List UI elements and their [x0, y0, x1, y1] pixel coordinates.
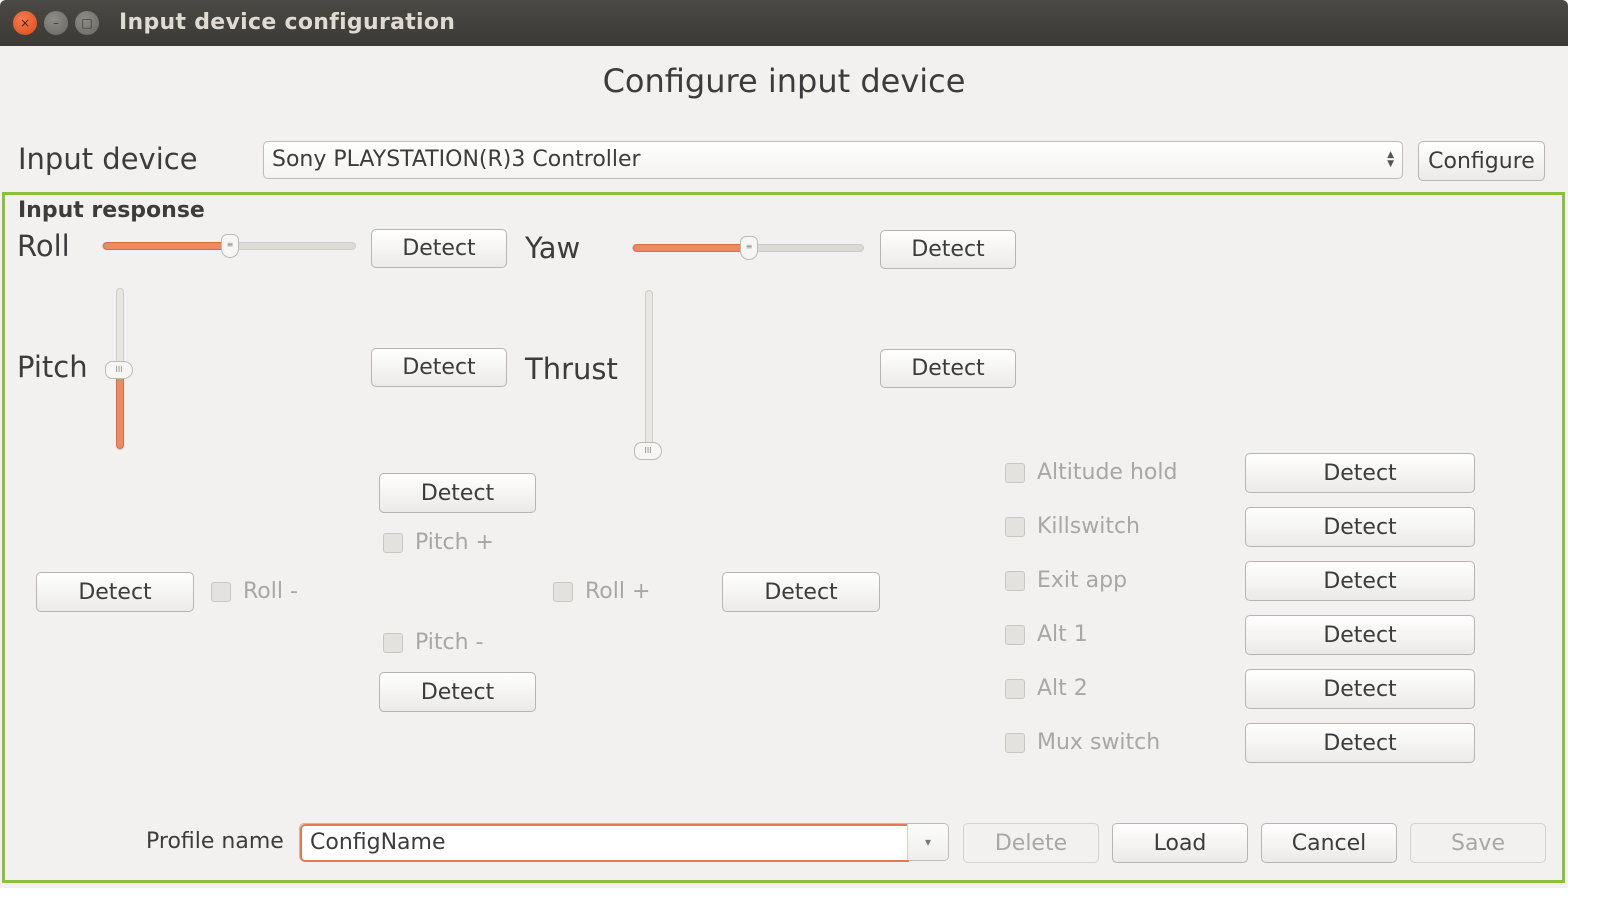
thrust-label: Thrust — [525, 352, 618, 386]
close-window-button[interactable]: × — [13, 11, 37, 35]
mux-switch-checkbox[interactable]: Mux switch — [1005, 730, 1160, 755]
pitch-minus-label: Pitch - — [415, 630, 484, 655]
roll-minus-checkbox[interactable]: Roll - — [211, 579, 298, 604]
exit-app-checkbox[interactable]: Exit app — [1005, 568, 1127, 593]
roll-plus-detect-button[interactable]: Detect — [722, 572, 880, 612]
thrust-slider-thumb[interactable]: III — [634, 442, 662, 460]
yaw-slider[interactable]: ≡ — [632, 236, 864, 260]
pitch-minus-checkbox-box[interactable] — [383, 632, 403, 653]
exit-app-label: Exit app — [1037, 568, 1128, 593]
input-response-title: Input response — [18, 198, 205, 223]
alt2-label: Alt 2 — [1037, 676, 1088, 701]
chevron-down-icon: ▾ — [924, 835, 932, 849]
pitch-detect-button[interactable]: Detect — [371, 348, 507, 387]
pitch-plus-checkbox-box[interactable] — [383, 532, 403, 553]
mux-switch-checkbox-box[interactable] — [1005, 732, 1025, 753]
roll-plus-label: Roll + — [585, 579, 651, 604]
configure-button[interactable]: Configure — [1418, 141, 1545, 181]
killswitch-checkbox-box[interactable] — [1005, 516, 1025, 537]
alt2-detect-button[interactable]: Detect — [1245, 669, 1475, 709]
pitch-slider-thumb[interactable]: III — [105, 361, 133, 379]
load-button[interactable]: Load — [1112, 823, 1248, 863]
thrust-slider[interactable]: III — [634, 290, 662, 460]
pitch-plus-checkbox[interactable]: Pitch + — [383, 530, 494, 555]
input-device-config-window: × – □ Input device configuration Configu… — [0, 0, 1568, 888]
exit-app-checkbox-box[interactable] — [1005, 570, 1025, 591]
killswitch-label: Killswitch — [1037, 514, 1140, 539]
alt1-detect-button[interactable]: Detect — [1245, 615, 1475, 655]
pitch-slider[interactable]: III — [105, 288, 133, 450]
yaw-slider-fill — [633, 244, 749, 252]
cancel-button[interactable]: Cancel — [1261, 823, 1397, 863]
roll-minus-detect-button[interactable]: Detect — [36, 572, 194, 612]
altitude-hold-label: Altitude hold — [1037, 460, 1178, 485]
page-heading: Configure input device — [602, 62, 966, 100]
profile-name-combobox[interactable]: ConfigName ▾ — [299, 823, 949, 862]
input-device-label: Input device — [18, 142, 198, 176]
minimize-window-button[interactable]: – — [44, 11, 68, 35]
alt2-checkbox-box[interactable] — [1005, 678, 1025, 699]
roll-minus-label: Roll - — [243, 579, 298, 604]
maximize-icon: □ — [81, 16, 93, 30]
alt1-label: Alt 1 — [1037, 622, 1088, 647]
yaw-detect-button[interactable]: Detect — [880, 230, 1016, 269]
roll-minus-checkbox-box[interactable] — [211, 581, 231, 602]
roll-detect-button[interactable]: Detect — [371, 229, 507, 268]
pitch-minus-checkbox[interactable]: Pitch - — [383, 630, 484, 655]
pitch-slider-fill — [116, 368, 124, 449]
alt2-checkbox[interactable]: Alt 2 — [1005, 676, 1088, 701]
roll-slider-thumb[interactable]: ≡ — [221, 234, 239, 258]
delete-button[interactable]: Delete — [963, 823, 1099, 863]
altitude-hold-checkbox-box[interactable] — [1005, 462, 1025, 483]
roll-plus-checkbox[interactable]: Roll + — [553, 579, 650, 604]
thrust-detect-button[interactable]: Detect — [880, 349, 1016, 388]
altitude-hold-detect-button[interactable]: Detect — [1245, 453, 1475, 493]
yaw-slider-thumb[interactable]: ≡ — [740, 236, 758, 260]
minimize-icon: – — [53, 16, 59, 30]
pitch-plus-label: Pitch + — [415, 530, 494, 555]
yaw-label: Yaw — [525, 231, 581, 265]
killswitch-checkbox[interactable]: Killswitch — [1005, 514, 1140, 539]
input-device-selected: Sony PLAYSTATION(R)3 Controller — [272, 147, 641, 172]
alt1-checkbox-box[interactable] — [1005, 624, 1025, 645]
killswitch-detect-button[interactable]: Detect — [1245, 507, 1475, 547]
roll-label: Roll — [17, 229, 70, 263]
exit-app-detect-button[interactable]: Detect — [1245, 561, 1475, 601]
roll-plus-checkbox-box[interactable] — [553, 581, 573, 602]
roll-slider-fill — [103, 242, 230, 250]
altitude-hold-checkbox[interactable]: Altitude hold — [1005, 460, 1177, 485]
pitch-label: Pitch — [17, 350, 88, 384]
alt1-checkbox[interactable]: Alt 1 — [1005, 622, 1088, 647]
input-device-select[interactable]: Sony PLAYSTATION(R)3 Controller ▲ ▼ — [263, 141, 1403, 179]
mux-switch-detect-button[interactable]: Detect — [1245, 723, 1475, 763]
profile-dropdown-button[interactable]: ▾ — [907, 824, 948, 860]
mux-switch-label: Mux switch — [1037, 730, 1161, 755]
roll-slider[interactable]: ≡ — [102, 234, 356, 258]
window-title: Input device configuration — [119, 10, 456, 35]
save-button[interactable]: Save — [1410, 823, 1546, 863]
maximize-window-button[interactable]: □ — [75, 11, 99, 35]
title-bar: × – □ Input device configuration — [0, 0, 1568, 46]
pitch-plus-detect-button[interactable]: Detect — [379, 473, 536, 513]
close-icon: × — [19, 16, 31, 30]
profile-name-input[interactable]: ConfigName — [300, 824, 909, 862]
spin-arrows-icon: ▲ ▼ — [1387, 150, 1394, 169]
profile-name-label: Profile name — [146, 829, 284, 854]
pitch-minus-detect-button[interactable]: Detect — [379, 672, 536, 712]
